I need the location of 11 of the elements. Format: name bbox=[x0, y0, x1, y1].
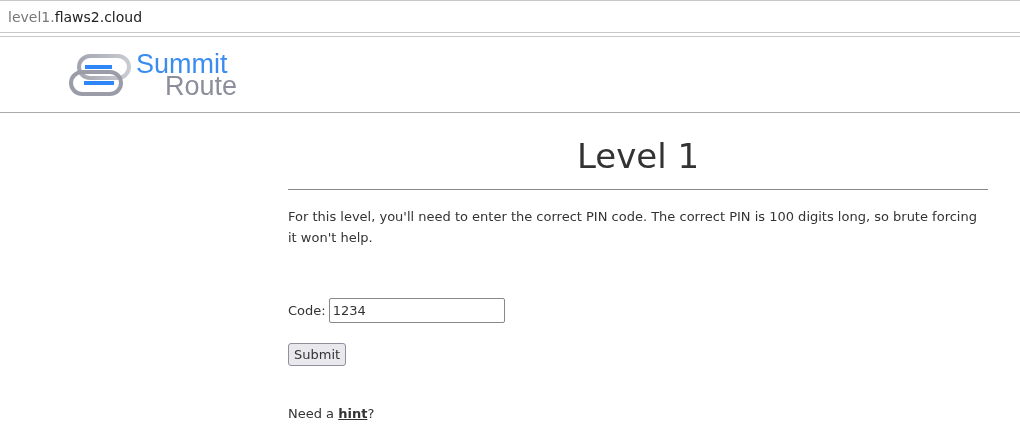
intro-paragraph: For this level, you'll need to enter the correct PIN code. The correct PIN is 100 digits long, so brute forcing it won't help. bbox=[288, 208, 978, 247]
hint-link[interactable]: hint bbox=[338, 406, 368, 421]
submit-button[interactable]: Submit bbox=[288, 343, 347, 366]
logo-icon bbox=[68, 52, 132, 97]
code-field[interactable]: 1234 bbox=[328, 298, 505, 323]
address-text[interactable]: level1.flaws2.cloud bbox=[8, 8, 143, 25]
logo-wordmark: Summit bbox=[136, 52, 228, 75]
logo-wordmark: Route bbox=[165, 74, 238, 97]
hint-sentence: Need a hint? bbox=[288, 406, 376, 421]
page-title: Level 1 bbox=[575, 135, 701, 177]
code-label: Code: bbox=[288, 303, 326, 318]
